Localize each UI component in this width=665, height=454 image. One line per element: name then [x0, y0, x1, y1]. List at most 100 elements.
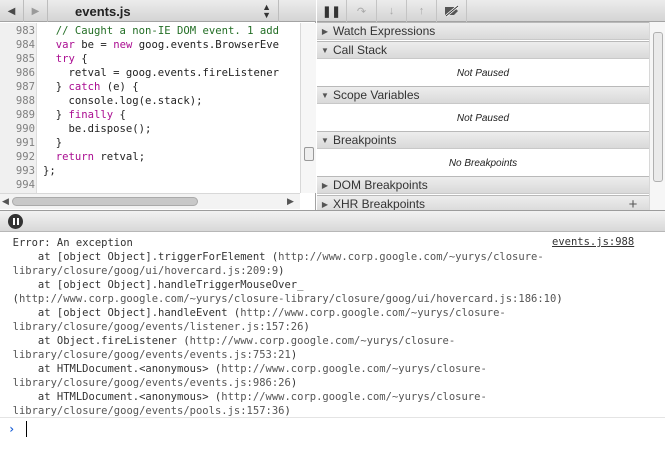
line-number[interactable]: 987: [0, 80, 35, 95]
stack-frame: library/closure/goog/events/events.js:75…: [0, 348, 297, 362]
stack-url-link[interactable]: library/closure/goog/ui/hovercard.js:209…: [13, 265, 279, 277]
code-text: }: [43, 136, 62, 151]
stack-url-link[interactable]: http://www.corp.google.com/~yurys/closur…: [278, 251, 544, 263]
line-number[interactable]: 992: [0, 150, 35, 165]
scrollbar-thumb[interactable]: [653, 32, 663, 182]
code-token: console.log(e.stack);: [43, 95, 203, 107]
frame-text: [0, 377, 13, 389]
code-token: retval = goog.events.fireListener: [43, 67, 280, 79]
error-text: Error: An exception: [12, 237, 133, 249]
section-header[interactable]: ▼ Scope Variables: [317, 86, 649, 104]
frame-suffix: ): [278, 265, 285, 277]
scroll-left-icon[interactable]: ◀: [2, 196, 9, 207]
triangle-right-icon[interactable]: ▶: [24, 0, 48, 22]
breakpoint-slash-icon: [444, 5, 459, 17]
error-source-link[interactable]: events.js:988: [552, 236, 634, 248]
debugger-sidebar: ❚❚ ↷ ↓ ↑ ▶ Watch Expressions ▼ Call Stack No…: [317, 0, 665, 213]
keyword: finally: [68, 109, 114, 121]
stack-frame: library/closure/goog/ui/hovercard.js:209…: [0, 264, 285, 278]
stack-frame: at [object Object].triggerForElement (ht…: [0, 250, 544, 264]
step-into-icon[interactable]: ↓: [377, 0, 407, 22]
code-editor[interactable]: 983 // Caught a non-IE DOM event. 1 add 9…: [0, 23, 300, 193]
line-number[interactable]: 991: [0, 136, 35, 151]
section-placeholder: Not Paused: [456, 67, 510, 79]
stack-url-link[interactable]: http://www.corp.google.com/~yurys/closur…: [190, 335, 456, 347]
frame-text: at [object Object].handleTriggerMouseOve…: [0, 279, 304, 291]
code-token: be =: [74, 39, 114, 51]
source-horizontal-scrollbar[interactable]: ◀ ▶: [0, 193, 300, 209]
section-header[interactable]: ▼ Breakpoints: [317, 131, 649, 149]
debugger-toolbar: ❚❚ ↷ ↓ ↑: [317, 0, 665, 22]
stack-url-link[interactable]: http://www.corp.google.com/~yurys/closur…: [240, 307, 506, 319]
frame-text: [0, 265, 13, 277]
code-token: be.dispose();: [43, 123, 152, 135]
code-token: }: [43, 81, 69, 93]
section-header[interactable]: ▼ Call Stack: [317, 41, 649, 59]
stack-url-link[interactable]: http://www.corp.google.com/~yurys/closur…: [221, 391, 487, 403]
code-text: try {: [43, 52, 88, 67]
line-number[interactable]: 986: [0, 66, 35, 81]
debugger-top-area: ◀ ▶ events.js ▲ ▼ 983 // Caught a non-IE …: [0, 0, 665, 213]
frame-suffix: ): [303, 321, 310, 333]
line-number[interactable]: 988: [0, 94, 35, 109]
code-token: }: [43, 109, 69, 121]
frame-text: [0, 405, 13, 417]
frame-text: [0, 237, 13, 249]
stack-frame: library/closure/goog/events/events.js:98…: [0, 376, 297, 390]
stack-url-link[interactable]: http://www.corp.google.com/~yurys/closur…: [19, 293, 556, 305]
scroll-right-icon[interactable]: ▶: [287, 196, 294, 207]
scrollbar-thumb[interactable]: [304, 147, 314, 161]
console-input[interactable]: [26, 421, 656, 437]
triangle-right-icon: ▶: [321, 26, 329, 36]
frame-text: at HTMLDocument.<anonymous> (: [0, 391, 222, 403]
section-header[interactable]: ▶ DOM Breakpoints: [317, 176, 649, 194]
step-over-icon[interactable]: ↷: [347, 0, 377, 22]
stack-frame: at HTMLDocument.<anonymous> (http://www.…: [0, 390, 487, 404]
frame-text: [0, 321, 13, 333]
triangle-down-icon: ▼: [321, 135, 329, 145]
line-number[interactable]: 990: [0, 122, 35, 137]
triangle-left-icon[interactable]: ◀: [0, 0, 24, 22]
select-arrows-icon: ▲ ▼: [262, 2, 271, 20]
triangle-right-icon: ▶: [321, 180, 329, 190]
section-header[interactable]: ▶ Watch Expressions: [317, 22, 649, 40]
frame-text: at HTMLDocument.<anonymous> (: [0, 363, 222, 375]
stack-url-link[interactable]: http://www.corp.google.com/~yurys/closur…: [221, 363, 487, 375]
line-number[interactable]: 989: [0, 108, 35, 123]
source-pane: ◀ ▶ events.js ▲ ▼ 983 // Caught a non-IE …: [0, 0, 316, 210]
stack-url-link[interactable]: library/closure/goog/events/events.js:75…: [13, 349, 291, 361]
sidebar-scrollbar[interactable]: [649, 22, 665, 210]
deactivate-breakpoints-icon[interactable]: [437, 0, 467, 22]
line-number[interactable]: 984: [0, 38, 35, 53]
triangle-down-icon: ▼: [321, 90, 329, 100]
pause-on-exceptions-icon[interactable]: [8, 214, 23, 229]
frame-text: [0, 349, 13, 361]
stack-frame: library/closure/goog/events/pools.js:157…: [0, 404, 291, 418]
line-number[interactable]: 985: [0, 52, 35, 67]
line-number[interactable]: 994: [0, 178, 35, 193]
stack-url-link[interactable]: library/closure/goog/events/events.js:98…: [13, 377, 291, 389]
keyword: new: [113, 39, 133, 51]
file-select[interactable]: events.js ▲ ▼: [49, 0, 279, 22]
section-title: XHR Breakpoints: [333, 197, 426, 211]
prompt-chevron-icon: ›: [8, 422, 16, 436]
frame-text: at [object Object].triggerForElement (: [0, 251, 279, 263]
source-vertical-scrollbar[interactable]: [300, 23, 316, 193]
triangle-right-icon: ▶: [321, 199, 329, 209]
keyword: return: [55, 151, 95, 163]
pause-icon[interactable]: ❚❚: [317, 0, 347, 22]
frame-suffix: ): [290, 349, 298, 361]
code-text: return retval;: [43, 150, 145, 165]
line-number[interactable]: 983: [0, 24, 35, 39]
frame-text: (: [0, 293, 19, 305]
stack-url-link[interactable]: library/closure/goog/events/listener.js:…: [13, 321, 304, 333]
code-text: var be = new goog.events.BrowserEve: [43, 38, 279, 53]
line-number[interactable]: 993: [0, 164, 35, 179]
stack-url-link[interactable]: library/closure/goog/events/pools.js:157…: [13, 405, 285, 417]
stack-frame: at Object.fireListener (http://www.corp.…: [0, 334, 455, 348]
code-text: be.dispose();: [43, 122, 152, 137]
scrollbar-thumb[interactable]: [12, 197, 198, 206]
step-out-icon[interactable]: ↑: [407, 0, 437, 22]
